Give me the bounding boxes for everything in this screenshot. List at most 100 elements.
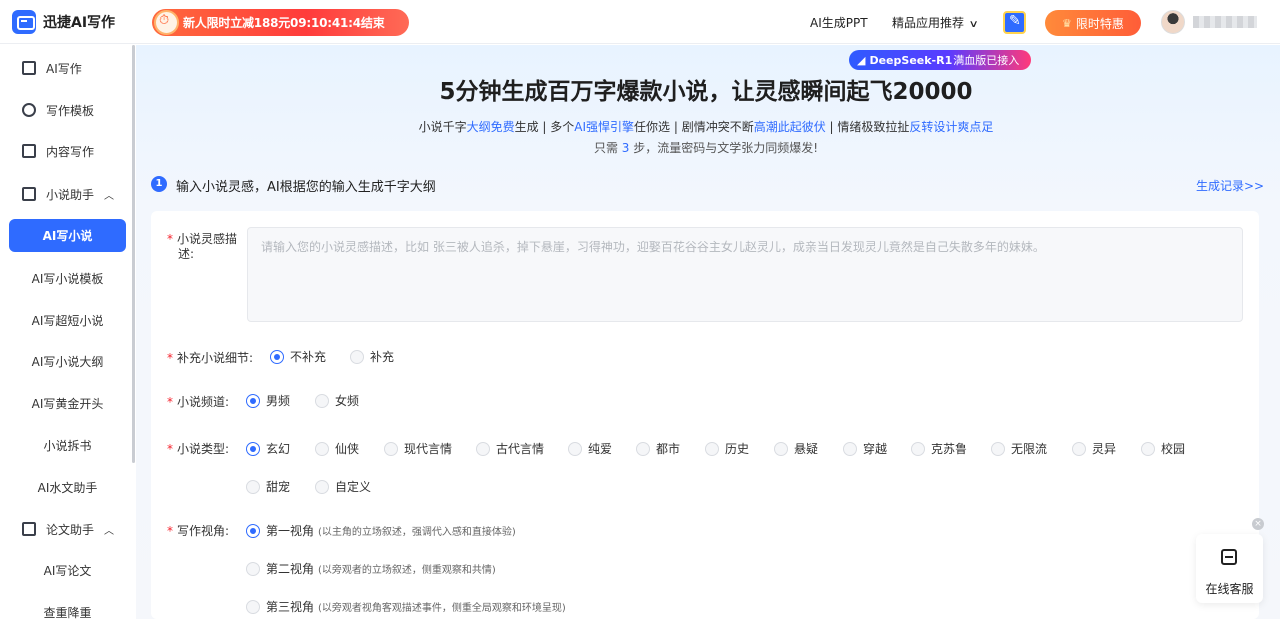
detail-label: * 补充小说细节: <box>167 351 254 365</box>
deepseek-badge[interactable]: ◢ DeepSeek-R1 满血版已接入 <box>849 50 1031 70</box>
radio-pov-first[interactable]: 第一视角 (以主角的立场叙述，强调代入感和直接体验) <box>246 522 516 539</box>
app-logo[interactable]: 迅捷AI写作 <box>12 10 115 34</box>
username-blurred[interactable] <box>1193 16 1257 28</box>
radio-label: 纯爱 <box>588 442 613 456</box>
radio-dot <box>350 349 364 364</box>
radio-label: 历史 <box>725 442 750 456</box>
radio-label: 女频 <box>335 394 360 408</box>
hero-subtitle: 小说千字大纲免费生成 | 多个AI强悍引擎任你选 | 剧情冲突不断高潮此起彼伏 … <box>0 118 1280 135</box>
sidebar-item-ai-novel[interactable]: AI写小说 <box>9 219 126 252</box>
close-icon[interactable]: × <box>1252 518 1264 530</box>
label-text: 小说灵感描 <box>177 232 238 246</box>
radio-type-campus[interactable]: 校园 <box>1141 440 1185 457</box>
sidebar-item-filler-helper[interactable]: AI水文助手 <box>9 471 126 504</box>
promo-banner[interactable]: 新人限时立减188元09:10:41:4结束 <box>152 9 409 36</box>
radio-label: 自定义 <box>335 480 372 494</box>
pov-label: * 写作视角: <box>167 524 230 538</box>
radio-label: 灵异 <box>1092 442 1117 456</box>
radio-type-xianxia[interactable]: 仙侠 <box>315 440 359 457</box>
radio-dot <box>1141 441 1155 456</box>
radio-type-time-travel[interactable]: 穿越 <box>843 440 887 457</box>
chevron-up-icon: ︿ <box>104 525 114 537</box>
radio-male-channel[interactable]: 男频 <box>246 392 290 409</box>
sidebar-item-book-breakdown[interactable]: 小说拆书 <box>9 429 126 462</box>
radio-dot <box>568 441 582 456</box>
radio-type-cthulhu[interactable]: 克苏鲁 <box>911 440 967 457</box>
radio-dot <box>843 441 857 456</box>
radio-female-channel[interactable]: 女频 <box>315 392 359 409</box>
radio-pov-second[interactable]: 第二视角 (以旁观者的立场叙述，侧重观察和共情) <box>246 560 496 577</box>
radio-no-detail[interactable]: 不补充 <box>270 348 326 365</box>
online-service-button[interactable]: 在线客服 <box>1196 534 1263 603</box>
logo-text: 迅捷AI写作 <box>43 15 116 31</box>
radio-pov-third[interactable]: 第三视角 (以旁观者视角客观描述事件，侧重全局观察和环境呈现) <box>246 598 566 615</box>
radio-label: 玄幻 <box>266 442 291 456</box>
radio-dot <box>246 393 260 408</box>
radio-dot <box>315 393 329 408</box>
nav-ai-ppt[interactable]: AI生成PPT <box>810 14 868 31</box>
radio-type-suspense[interactable]: 悬疑 <box>774 440 818 457</box>
radio-type-modern-romance[interactable]: 现代言情 <box>384 440 452 457</box>
nav-apps-label: 精品应用推荐 <box>892 16 965 30</box>
radio-dot <box>384 441 398 456</box>
radio-type-history[interactable]: 历史 <box>705 440 749 457</box>
badge-brand: DeepSeek-R1 <box>869 53 953 67</box>
sidebar-item-plagiarism[interactable]: 查重降重 <box>9 596 126 619</box>
radio-type-pure-love[interactable]: 纯爱 <box>568 440 612 457</box>
radio-label: 不补充 <box>290 350 327 364</box>
type-label: * 小说类型: <box>167 442 230 456</box>
edit-icon[interactable] <box>1003 11 1026 34</box>
sub-highlight: 大纲免费 <box>466 120 515 134</box>
customer-service-icon <box>1221 549 1237 565</box>
radio-type-ancient-romance[interactable]: 古代言情 <box>476 440 544 457</box>
sidebar-item-ai-paper[interactable]: AI写论文 <box>9 554 126 587</box>
radio-dot <box>246 441 260 456</box>
sub-text: 小说千字 <box>418 120 467 134</box>
sub-highlight: 高潮此起彼伏 <box>753 120 826 134</box>
radio-dot <box>246 479 260 494</box>
badge-text: 满血版已接入 <box>953 54 1020 67</box>
inspiration-textarea[interactable]: 请输入您的小说灵感描述，比如 张三被人追杀，掉下悬崖，习得神功，迎娶百花谷谷主女… <box>247 227 1243 322</box>
history-link[interactable]: 生成记录>> <box>1196 177 1264 194</box>
service-label: 在线客服 <box>1205 582 1254 596</box>
sub-text: 任你选 | 剧情冲突不断 <box>634 120 754 134</box>
crown-icon: ♛ <box>1062 16 1072 30</box>
radio-type-infinite[interactable]: 无限流 <box>991 440 1047 457</box>
radio-type-urban[interactable]: 都市 <box>636 440 680 457</box>
radio-dot <box>705 441 719 456</box>
avatar[interactable] <box>1161 10 1185 34</box>
radio-dot <box>246 561 260 576</box>
sidebar-item-short-novel[interactable]: AI写超短小说 <box>9 304 126 337</box>
radio-hint: (以旁观者视角客观描述事件，侧重全局观察和环境呈现) <box>318 603 566 614</box>
radio-label: 穿越 <box>863 442 888 456</box>
radio-hint: (以旁观者的立场叙述，侧重观察和共情) <box>318 565 496 576</box>
radio-type-sweet[interactable]: 甜宠 <box>246 478 290 495</box>
radio-label: 仙侠 <box>335 442 360 456</box>
radio-add-detail[interactable]: 补充 <box>350 348 394 365</box>
step-number-badge: 1 <box>151 176 167 192</box>
radio-dot <box>246 599 260 614</box>
sidebar-group-novel[interactable]: 小说助手 ︿ <box>0 177 130 211</box>
chevron-up-icon: ︿ <box>104 190 114 202</box>
sidebar-scrollbar[interactable] <box>132 45 135 463</box>
radio-label: 补充 <box>370 350 395 364</box>
label-text: 小说类型: <box>177 442 230 456</box>
radio-type-supernatural[interactable]: 灵异 <box>1072 440 1116 457</box>
vip-offer-button[interactable]: ♛ 限时特惠 <box>1045 10 1141 36</box>
label-text: 补充小说细节: <box>177 351 254 365</box>
radio-label: 古代言情 <box>496 442 545 456</box>
nav-apps-dropdown[interactable]: 精品应用推荐 ∨ <box>892 14 979 31</box>
sidebar-item-golden-opening[interactable]: AI写黄金开头 <box>9 387 126 420</box>
sidebar-item-novel-outline[interactable]: AI写小说大纲 <box>9 345 126 378</box>
sub-highlight: AI强悍引擎 <box>574 120 635 134</box>
hero-steps-note: 只需 3 步，流量密码与文学张力同频爆发! <box>0 139 1280 156</box>
radio-type-custom[interactable]: 自定义 <box>315 478 371 495</box>
sidebar-group-paper[interactable]: 论文助手 ︿ <box>0 512 130 546</box>
radio-label: 第三视角 <box>266 600 315 614</box>
radio-label: 校园 <box>1161 442 1186 456</box>
vip-label: 限时特惠 <box>1075 16 1124 31</box>
novel-icon <box>22 187 36 201</box>
radio-dot <box>270 349 284 364</box>
radio-type-xuanhuan[interactable]: 玄幻 <box>246 440 290 457</box>
sidebar-item-novel-template[interactable]: AI写小说模板 <box>9 262 126 295</box>
